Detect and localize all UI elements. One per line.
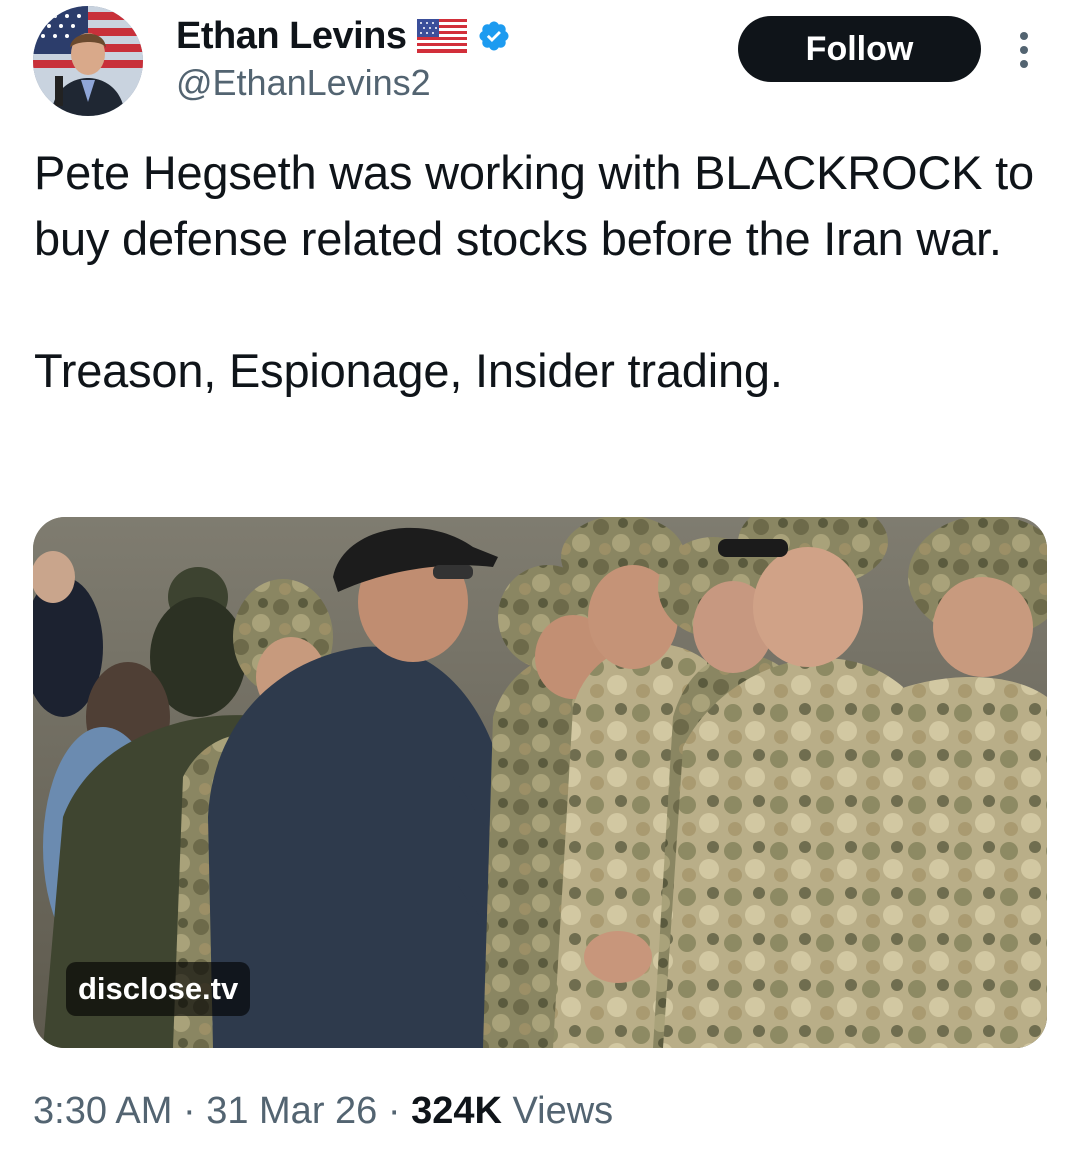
avatar-image [33,6,143,116]
follow-button[interactable]: Follow [738,16,981,82]
author-name[interactable]: Ethan Levins [176,15,407,58]
views-count[interactable]: 324K [411,1090,502,1132]
author-handle[interactable]: @EthanLevins2 [176,62,431,104]
more-dot [1020,46,1028,54]
more-dot [1020,60,1028,68]
tweet-time[interactable]: 3:30 AM [33,1090,172,1132]
tweet-paragraph: Pete Hegseth was working with BLACKROCK … [34,146,1034,265]
meta-separator: · [387,1090,401,1132]
verified-badge-icon [478,21,509,51]
tweet-date[interactable]: 31 Mar 26 [206,1090,377,1132]
more-vertical-icon[interactable] [1012,30,1036,70]
tweet-paragraph: Treason, Espionage, Insider trading. [34,344,783,397]
tweet-text: Pete Hegseth was working with BLACKROCK … [34,140,1054,404]
more-dot [1020,32,1028,40]
media-source-badge: disclose.tv [66,962,251,1016]
author-avatar[interactable] [33,6,143,116]
us-flag-icon [416,19,467,53]
meta-separator: · [182,1090,196,1132]
views-label: Views [512,1090,614,1132]
author-name-row: Ethan Levins [176,12,511,60]
tweet-meta: 3:30 AM · 31 Mar 26 · 324K Views [33,1090,613,1133]
